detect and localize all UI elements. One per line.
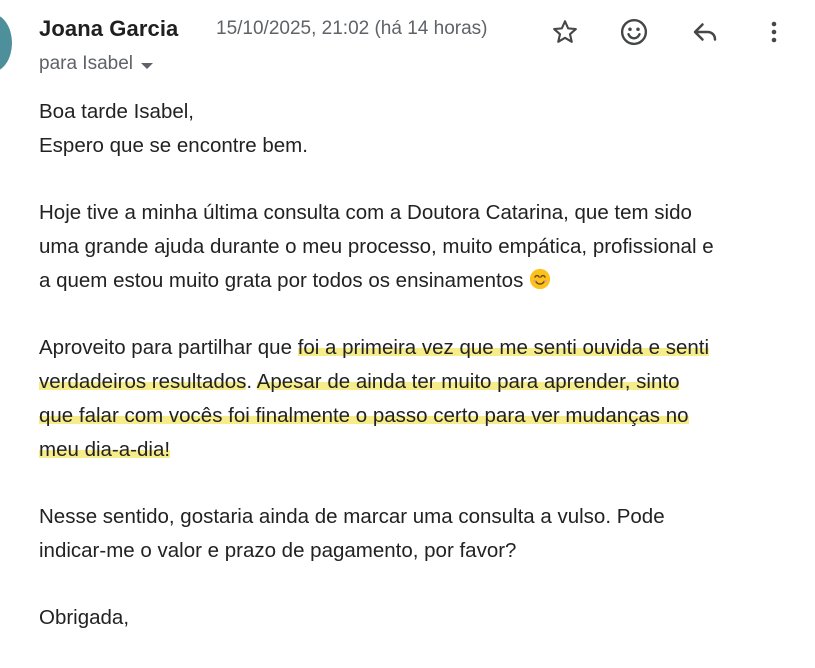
highlighted-text: verdadeiros resultados — [39, 370, 247, 393]
reply-icon — [693, 23, 717, 41]
chevron-down-icon — [141, 62, 154, 69]
recipient-label: para Isabel — [39, 53, 134, 74]
sender-name: Joana Garcia — [39, 16, 179, 41]
emoji-reaction-icon — [620, 18, 648, 46]
star-button[interactable] — [545, 12, 585, 52]
star-icon — [553, 20, 577, 43]
highlighted-text: Apesar de ainda ter muito para aprender,… — [256, 370, 680, 393]
greeting-line: Boa tarde Isabel, — [39, 100, 194, 123]
greeting-line: Espero que se encontre bem. — [39, 134, 308, 157]
message-body: Boa tarde Isabel, Espero que se encontre… — [39, 95, 799, 668]
highlighted-text: meu dia-a-dia! — [39, 438, 171, 461]
paragraph-highlighted-feedback: Aproveito para partilhar que foi a prime… — [39, 331, 799, 467]
text-line: Hoje tive a minha última consulta com a … — [39, 201, 692, 224]
text-fragment: Aproveito para partilhar que — [39, 336, 298, 359]
smiling-face-emoji-icon — [529, 267, 551, 290]
text-line: verdadeiros resultados. Apesar de ainda … — [39, 365, 799, 399]
paragraph-consultation: Hoje tive a minha última consulta com a … — [39, 196, 799, 298]
text-fragment: . — [246, 370, 257, 393]
closing-line: Obrigada, — [39, 606, 130, 629]
more-options-icon — [771, 21, 777, 43]
text-line: uma grande ajuda durante o meu processo,… — [39, 235, 714, 258]
text-line: meu dia-a-dia! — [39, 433, 799, 467]
text-line: Nesse sentido, gostaria ainda de marcar … — [39, 505, 665, 528]
text-line: que falar com vocês foi finalmente o pas… — [39, 399, 799, 433]
text-line: Aproveito para partilhar que foi a prime… — [39, 331, 799, 365]
closing-paragraph: Obrigada, — [39, 601, 799, 635]
recipient-details-toggle[interactable]: para Isabel — [39, 53, 154, 75]
greeting-paragraph: Boa tarde Isabel, Espero que se encontre… — [39, 95, 799, 163]
text-line: indicar-me o valor e prazo de pagamento,… — [39, 539, 517, 562]
more-options-button[interactable] — [754, 12, 794, 52]
text-line: a quem estou muito grata por todos os en… — [39, 264, 799, 298]
avatar[interactable] — [0, 14, 12, 72]
highlighted-text: foi a primeira vez que me senti ouvida e… — [297, 336, 710, 359]
text-fragment: a quem estou muito grata por todos os en… — [39, 269, 524, 292]
add-reaction-button[interactable] — [614, 12, 654, 52]
paragraph-request: Nesse sentido, gostaria ainda de marcar … — [39, 500, 799, 568]
highlighted-text: que falar com vocês foi finalmente o pas… — [39, 404, 689, 427]
message-actions — [540, 12, 800, 52]
reply-button[interactable] — [685, 12, 725, 52]
message-timestamp: 15/10/2025, 21:02 (há 14 horas) — [216, 18, 488, 39]
